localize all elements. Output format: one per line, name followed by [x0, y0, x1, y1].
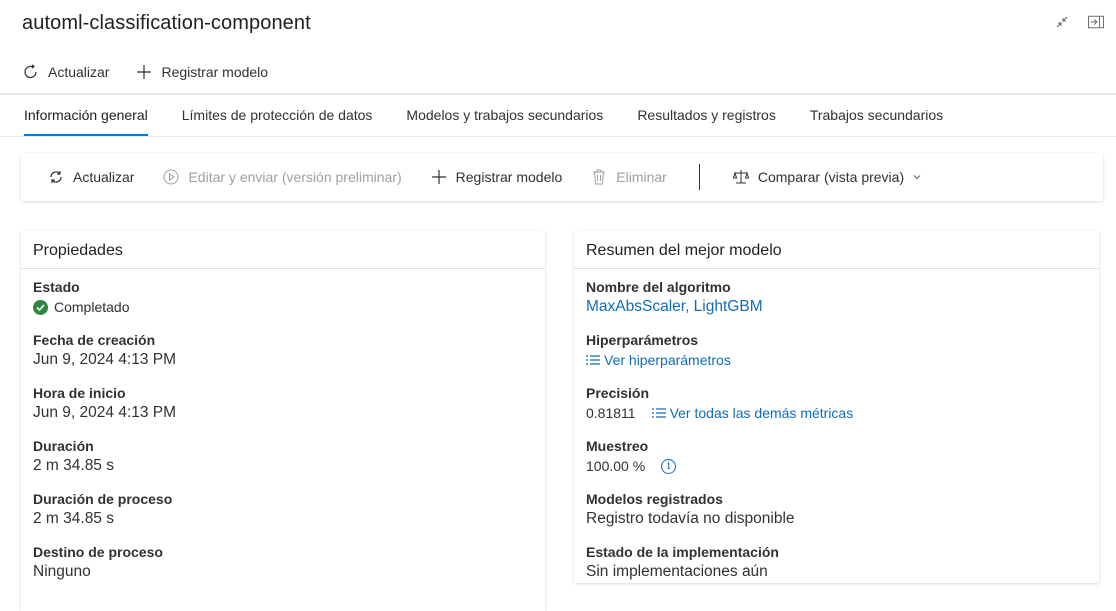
header-command-bar: Actualizar Registrar modelo — [22, 58, 268, 86]
window-controls — [1054, 14, 1104, 30]
header-refresh-label: Actualizar — [48, 64, 110, 80]
creation-date-property: Fecha de creación Jun 9, 2024 4:13 PM — [33, 331, 533, 371]
header-refresh-button[interactable]: Actualizar — [22, 63, 109, 81]
precision-property: Precisión 0.81811 Ver todas las demás mé… — [586, 384, 1087, 424]
algorithm-label: Nombre del algoritmo — [586, 279, 731, 295]
best-model-title: Resumen del mejor modelo — [574, 231, 1099, 269]
deployment-status-property: Estado de la implementación Sin implemen… — [586, 543, 1087, 583]
toolbar-separator — [698, 164, 700, 190]
compare-dropdown[interactable]: Comparar (vista previa) — [732, 168, 922, 186]
view-hyperparameters-label: Ver hiperparámetros — [604, 352, 731, 368]
plus-icon — [430, 168, 448, 186]
properties-card: Propiedades Estado Completado Fecha de c… — [21, 231, 545, 611]
sampling-label: Muestreo — [586, 438, 649, 454]
edit-submit-button[interactable]: Editar y enviar (versión preliminar) — [162, 168, 402, 186]
list-icon — [586, 354, 600, 366]
compute-duration-label: Duración de proceso — [33, 491, 173, 507]
precision-label: Precisión — [586, 385, 650, 401]
edit-submit-label: Editar y enviar (versión preliminar) — [188, 169, 402, 185]
hyperparameters-property: Hiperparámetros Ver hiperparámetros — [586, 331, 1087, 371]
status-property: Estado Completado — [33, 278, 533, 318]
duration-property: Duración 2 m 34.85 s — [33, 437, 533, 477]
page-title-row: automl-classification-component — [22, 12, 311, 38]
start-time-value: Jun 9, 2024 4:13 PM — [33, 404, 177, 421]
tab-bar: Información general Límites de protecció… — [24, 96, 977, 136]
deployment-status-label: Estado de la implementación — [586, 544, 779, 560]
header-register-model-button[interactable]: Registrar modelo — [135, 63, 268, 81]
compute-duration-property: Duración de proceso 2 m 34.85 s — [33, 490, 533, 530]
tab-modelos-trabajos[interactable]: Modelos y trabajos secundarios — [406, 96, 603, 136]
view-hyperparameters-link[interactable]: Ver hiperparámetros — [586, 349, 1087, 371]
compute-target-value: Ninguno — [33, 563, 91, 580]
trash-icon — [590, 168, 608, 186]
duration-value: 2 m 34.85 s — [33, 457, 114, 474]
algorithm-link[interactable]: MaxAbsScaler, LightGBM — [586, 296, 1087, 318]
registered-models-property: Modelos registrados Registro todavía no … — [586, 490, 1087, 530]
tabs-divider — [0, 136, 1116, 137]
plus-icon — [135, 63, 153, 81]
view-metrics-label: Ver todas las demás métricas — [669, 405, 854, 421]
header-register-model-label: Registrar modelo — [161, 64, 269, 80]
status-label: Estado — [33, 279, 80, 295]
properties-title: Propiedades — [21, 231, 545, 269]
best-model-card: Resumen del mejor modelo Nombre del algo… — [574, 231, 1099, 583]
registered-models-value: Registro todavía no disponible — [586, 510, 795, 527]
precision-value: 0.81811 — [586, 405, 636, 421]
refresh-icon — [47, 168, 65, 186]
delete-button[interactable]: Eliminar — [590, 168, 667, 186]
list-icon — [651, 407, 666, 419]
sampling-property: Muestreo 100.00 % i — [586, 437, 1087, 477]
job-details-panel: automl-classification-component Actualiz… — [0, 0, 1116, 611]
collapse-icon[interactable] — [1054, 14, 1070, 30]
refresh-icon — [22, 63, 40, 81]
chevron-down-icon — [912, 172, 922, 182]
tab-trabajos-secundarios[interactable]: Trabajos secundarios — [810, 96, 943, 136]
algorithm-property: Nombre del algoritmo MaxAbsScaler, Light… — [586, 278, 1087, 318]
compute-duration-value: 2 m 34.85 s — [33, 510, 114, 527]
register-model-label: Registrar modelo — [455, 169, 563, 185]
creation-date-label: Fecha de creación — [33, 332, 156, 348]
play-circle-icon — [162, 168, 180, 186]
info-icon[interactable]: i — [661, 458, 677, 474]
status-value: Completado — [54, 299, 130, 315]
start-time-label: Hora de inicio — [33, 385, 126, 401]
compute-target-property: Destino de proceso Ninguno — [33, 543, 533, 583]
deployment-status-value: Sin implementaciones aún — [586, 563, 768, 580]
tab-limites-proteccion[interactable]: Límites de protección de datos — [182, 96, 373, 136]
view-metrics-link[interactable]: Ver todas las demás métricas — [651, 402, 854, 424]
scale-icon — [732, 168, 750, 186]
overview-toolbar: Actualizar Editar y enviar (versión prel… — [21, 153, 1103, 201]
delete-label: Eliminar — [616, 169, 667, 185]
compare-label: Comparar (vista previa) — [757, 169, 905, 185]
close-panel-icon[interactable] — [1088, 14, 1104, 30]
duration-label: Duración — [33, 438, 94, 454]
register-model-button[interactable]: Registrar modelo — [430, 168, 563, 186]
compute-target-label: Destino de proceso — [33, 544, 163, 560]
sampling-value: 100.00 % — [586, 458, 646, 474]
check-circle-icon — [33, 299, 48, 315]
registered-models-label: Modelos registrados — [586, 491, 723, 507]
start-time-property: Hora de inicio Jun 9, 2024 4:13 PM — [33, 384, 533, 424]
refresh-label: Actualizar — [73, 169, 135, 185]
hyperparameters-label: Hiperparámetros — [586, 332, 699, 348]
tab-resultados-registros[interactable]: Resultados y registros — [637, 96, 776, 136]
page-title: automl-classification-component — [22, 12, 311, 34]
tab-informacion-general[interactable]: Información general — [24, 96, 148, 136]
refresh-button[interactable]: Actualizar — [47, 168, 134, 186]
header-divider — [0, 93, 1116, 95]
creation-date-value: Jun 9, 2024 4:13 PM — [33, 351, 177, 368]
